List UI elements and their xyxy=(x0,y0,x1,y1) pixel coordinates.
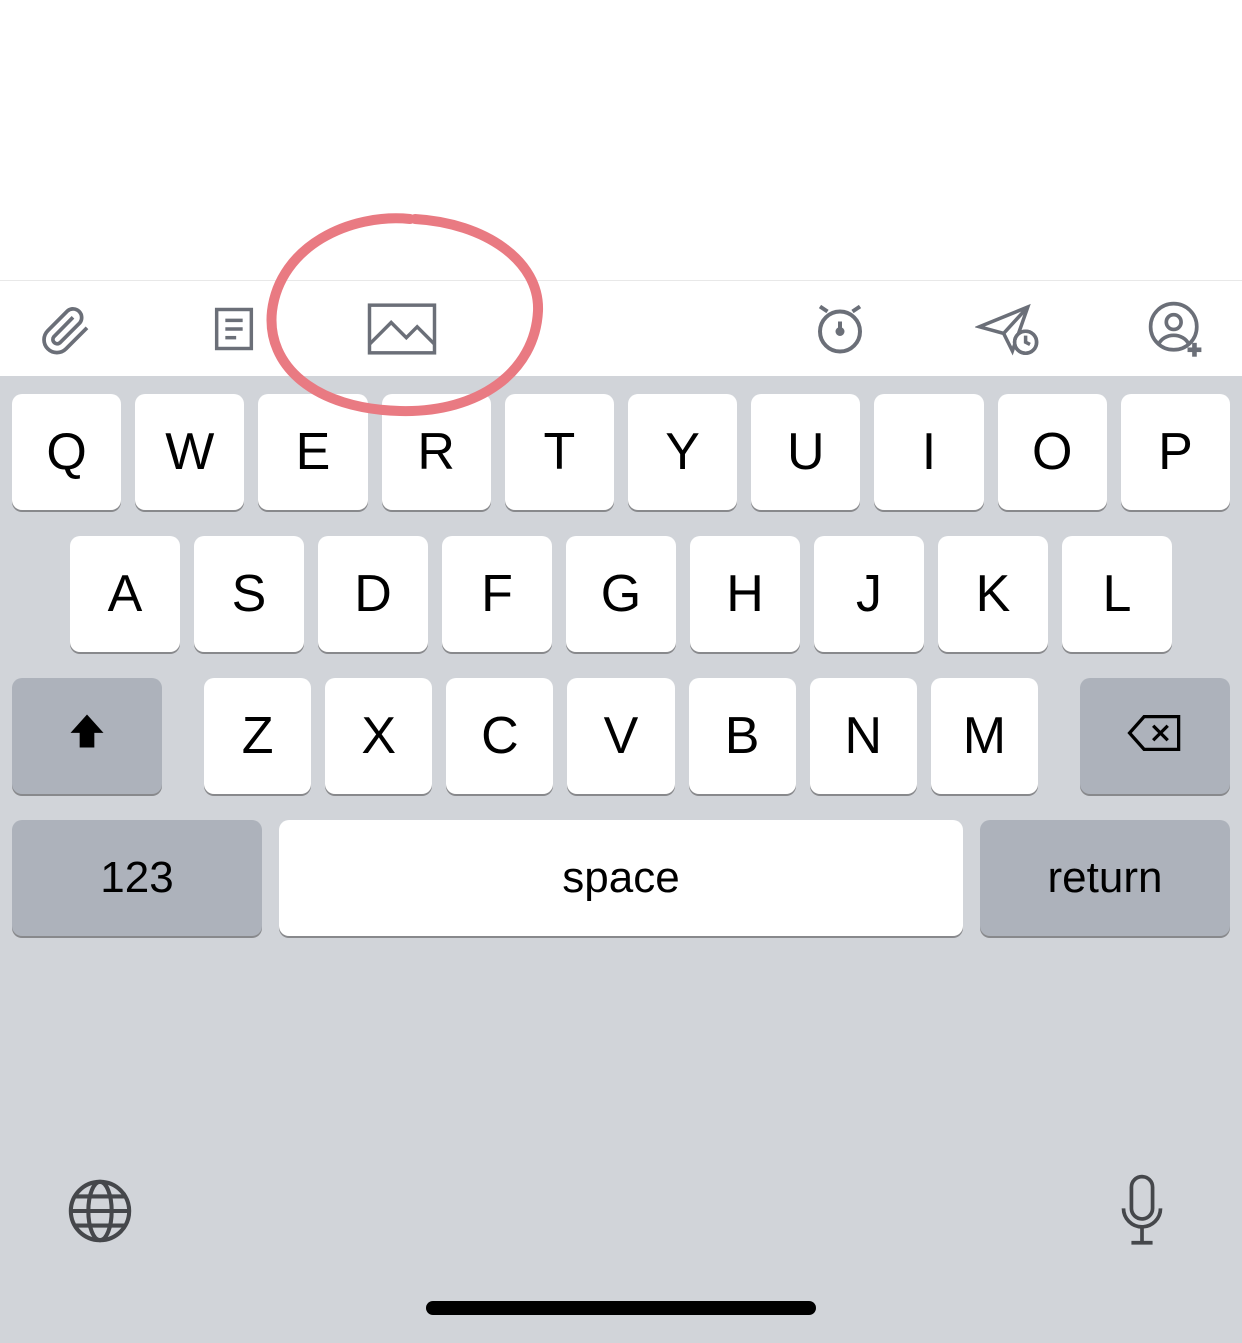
key-p[interactable]: P xyxy=(1121,394,1230,510)
shift-icon xyxy=(65,706,109,766)
person-add-icon xyxy=(1146,299,1206,359)
key-v[interactable]: V xyxy=(567,678,674,794)
key-y[interactable]: Y xyxy=(628,394,737,510)
numeric-key[interactable]: 123 xyxy=(12,820,262,936)
image-icon xyxy=(367,303,437,355)
attachment-button[interactable] xyxy=(30,293,102,365)
key-l[interactable]: L xyxy=(1062,536,1172,652)
key-a[interactable]: A xyxy=(70,536,180,652)
key-s[interactable]: S xyxy=(194,536,304,652)
home-indicator[interactable] xyxy=(426,1301,816,1315)
key-f[interactable]: F xyxy=(442,536,552,652)
backspace-icon xyxy=(1127,706,1183,766)
key-q[interactable]: Q xyxy=(12,394,121,510)
key-c[interactable]: C xyxy=(446,678,553,794)
content-area xyxy=(0,0,1242,280)
add-recipient-button[interactable] xyxy=(1140,293,1212,365)
key-t[interactable]: T xyxy=(505,394,614,510)
key-e[interactable]: E xyxy=(258,394,367,510)
key-g[interactable]: G xyxy=(566,536,676,652)
space-key[interactable]: space xyxy=(279,820,963,936)
document-button[interactable] xyxy=(198,293,270,365)
key-u[interactable]: U xyxy=(751,394,860,510)
ios-keyboard: Q W E R T Y U I O P A S D F G H J K L Z … xyxy=(0,376,1242,1343)
send-later-button[interactable] xyxy=(972,293,1044,365)
image-button[interactable] xyxy=(366,293,438,365)
shift-key[interactable] xyxy=(12,678,162,794)
paperclip-icon xyxy=(38,301,94,357)
timer-button[interactable] xyxy=(804,293,876,365)
key-z[interactable]: Z xyxy=(204,678,311,794)
key-b[interactable]: B xyxy=(689,678,796,794)
compose-toolbar xyxy=(0,280,1242,376)
key-m[interactable]: M xyxy=(931,678,1038,794)
key-k[interactable]: K xyxy=(938,536,1048,652)
globe-icon xyxy=(65,1176,135,1251)
key-r[interactable]: R xyxy=(382,394,491,510)
globe-button[interactable] xyxy=(60,1173,140,1253)
key-o[interactable]: O xyxy=(998,394,1107,510)
key-d[interactable]: D xyxy=(318,536,428,652)
key-h[interactable]: H xyxy=(690,536,800,652)
key-i[interactable]: I xyxy=(874,394,983,510)
alarm-icon xyxy=(810,299,870,359)
backspace-key[interactable] xyxy=(1080,678,1230,794)
key-j[interactable]: J xyxy=(814,536,924,652)
key-w[interactable]: W xyxy=(135,394,244,510)
send-clock-icon xyxy=(975,301,1041,357)
mic-icon xyxy=(1115,1174,1169,1253)
return-key[interactable]: return xyxy=(980,820,1230,936)
key-x[interactable]: X xyxy=(325,678,432,794)
document-icon xyxy=(208,303,260,355)
key-n[interactable]: N xyxy=(810,678,917,794)
dictation-button[interactable] xyxy=(1102,1173,1182,1253)
